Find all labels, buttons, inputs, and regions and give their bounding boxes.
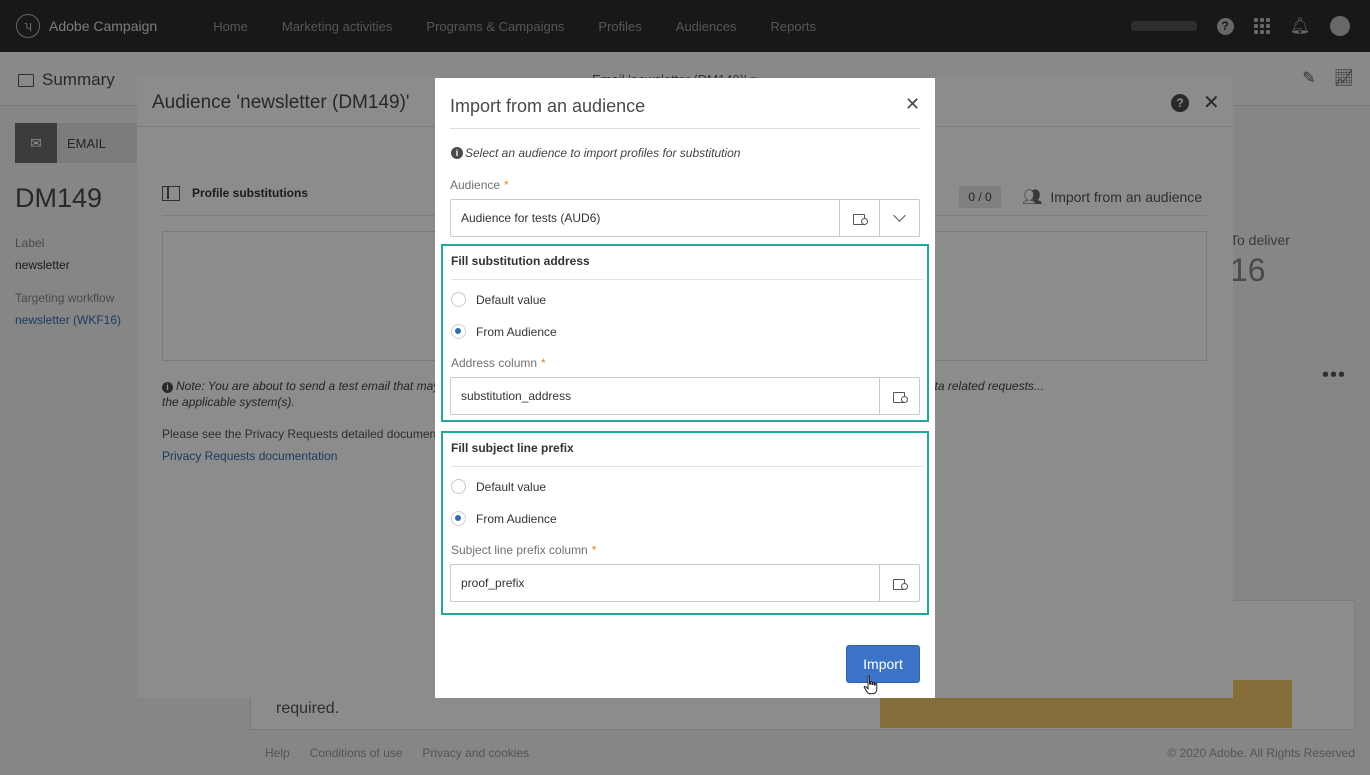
audience-field-label: Audience * bbox=[450, 178, 509, 192]
radio-button[interactable] bbox=[451, 479, 466, 494]
address-default-radio[interactable]: Default value bbox=[451, 292, 546, 307]
radio-label: Default value bbox=[476, 479, 547, 494]
audience-value: Audience for tests (AUD6) bbox=[461, 211, 601, 225]
chevron-down-icon bbox=[893, 209, 906, 222]
substitution-address-section: Fill substitution address Default value … bbox=[441, 244, 929, 422]
audience-dropdown-button[interactable] bbox=[879, 200, 919, 236]
address-column-label: Address column * bbox=[451, 356, 546, 370]
info-icon: i bbox=[451, 147, 463, 159]
address-column-picker-button[interactable] bbox=[879, 378, 919, 414]
radio-button[interactable] bbox=[451, 292, 466, 307]
address-from-audience-radio[interactable]: From Audience bbox=[451, 324, 557, 339]
radio-label: From Audience bbox=[476, 511, 557, 526]
prefix-column-value: proof_prefix bbox=[461, 576, 525, 590]
prefix-column-picker-button[interactable] bbox=[879, 565, 919, 601]
section-title: Fill subject line prefix bbox=[451, 441, 574, 455]
prefix-column-label-text: Subject line prefix column bbox=[451, 543, 588, 557]
import-from-audience-modal: Import from an audience ✕ i Select an au… bbox=[435, 78, 935, 698]
modal-info: i Select an audience to import profiles … bbox=[451, 146, 740, 160]
divider bbox=[451, 279, 923, 280]
section-title: Fill substitution address bbox=[451, 254, 590, 268]
modal-title: Import from an audience bbox=[450, 96, 646, 116]
prefix-from-audience-radio[interactable]: From Audience bbox=[451, 511, 557, 526]
address-column-value: substitution_address bbox=[461, 389, 572, 403]
audience-label-text: Audience bbox=[450, 178, 501, 192]
divider bbox=[450, 128, 920, 129]
picker-icon bbox=[852, 213, 868, 225]
picker-icon bbox=[892, 578, 908, 590]
address-column-label-text: Address column bbox=[451, 356, 538, 370]
import-button[interactable]: Import bbox=[846, 645, 920, 683]
radio-button-selected[interactable] bbox=[451, 511, 466, 526]
audience-picker-button[interactable] bbox=[839, 200, 879, 236]
hand-cursor-icon bbox=[863, 675, 878, 695]
prefix-column-field[interactable]: proof_prefix bbox=[450, 564, 920, 602]
prefix-default-radio[interactable]: Default value bbox=[451, 479, 546, 494]
radio-label: From Audience bbox=[476, 324, 557, 339]
divider bbox=[451, 466, 923, 467]
modal-info-text: Select an audience to import profiles fo… bbox=[465, 146, 741, 160]
prefix-column-label: Subject line prefix column * bbox=[451, 543, 597, 557]
radio-label: Default value bbox=[476, 292, 547, 307]
address-column-field[interactable]: substitution_address bbox=[450, 377, 920, 415]
picker-icon bbox=[892, 391, 908, 403]
radio-button-selected[interactable] bbox=[451, 324, 466, 339]
close-icon[interactable]: ✕ bbox=[905, 94, 920, 115]
audience-select[interactable]: Audience for tests (AUD6) bbox=[450, 199, 920, 237]
subject-prefix-section: Fill subject line prefix Default value F… bbox=[441, 431, 929, 615]
